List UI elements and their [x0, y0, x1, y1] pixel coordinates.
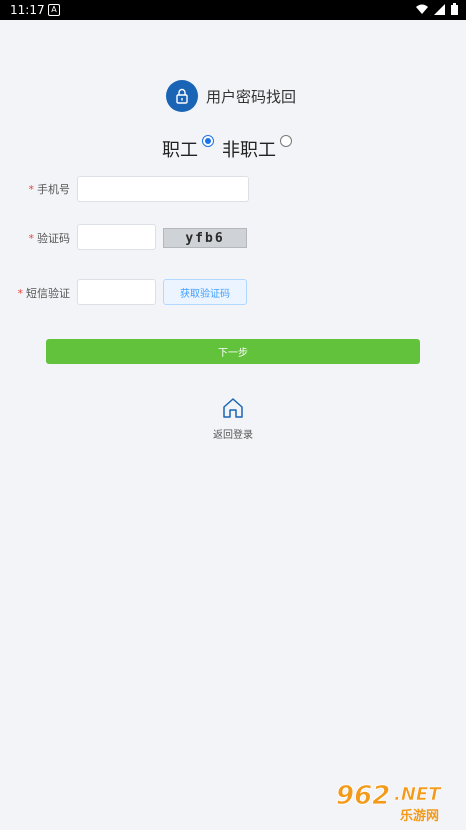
captcha-image[interactable]: yfb6 [163, 228, 247, 248]
status-bar: 11:17 A [0, 0, 466, 20]
svg-text:.NET: .NET [394, 784, 442, 805]
page-header: 用户密码找回 [166, 80, 296, 112]
sms-code-input[interactable] [77, 279, 156, 305]
svg-text:962: 962 [336, 781, 390, 811]
signal-icon [434, 3, 445, 15]
status-icons [416, 3, 458, 15]
get-code-button[interactable]: 获取验证码 [163, 279, 247, 305]
back-to-login-link[interactable]: 返回登录 [206, 396, 260, 441]
next-step-button[interactable]: 下一步 [46, 339, 420, 364]
home-icon [223, 398, 243, 418]
sms-label-text: 短信验证 [26, 287, 70, 300]
back-to-login-label: 返回登录 [213, 430, 253, 441]
lock-icon [166, 80, 198, 112]
required-mark: * [17, 287, 24, 300]
user-type-radio-group: 职工 非职工 [162, 135, 292, 162]
radio-option-staff[interactable]: 职工 [162, 135, 214, 162]
required-mark: * [28, 232, 35, 245]
captcha-input[interactable] [77, 224, 156, 250]
page-title: 用户密码找回 [206, 87, 297, 106]
radio-option-non-staff[interactable]: 非职工 [222, 135, 292, 162]
captcha-label: * 验证码 [26, 230, 71, 246]
radio-button-non-staff[interactable] [280, 135, 292, 147]
radio-button-staff[interactable] [202, 135, 214, 147]
captcha-label-text: 验证码 [37, 232, 70, 245]
wifi-icon [416, 4, 428, 14]
radio-label-non-staff: 非职工 [222, 140, 276, 161]
radio-label-staff: 职工 [162, 140, 198, 161]
notification-icon: A [48, 4, 60, 16]
battery-icon [451, 3, 458, 15]
svg-text:乐游网: 乐游网 [400, 808, 439, 824]
phone-label-text: 手机号 [37, 183, 70, 196]
phone-label: * 手机号 [26, 181, 71, 197]
phone-input[interactable] [77, 176, 249, 202]
site-watermark: 962 .NET 乐游网 [330, 776, 460, 826]
sms-label: * 短信验证 [10, 285, 71, 301]
required-mark: * [28, 183, 35, 196]
status-time: 11:17 [10, 3, 45, 17]
